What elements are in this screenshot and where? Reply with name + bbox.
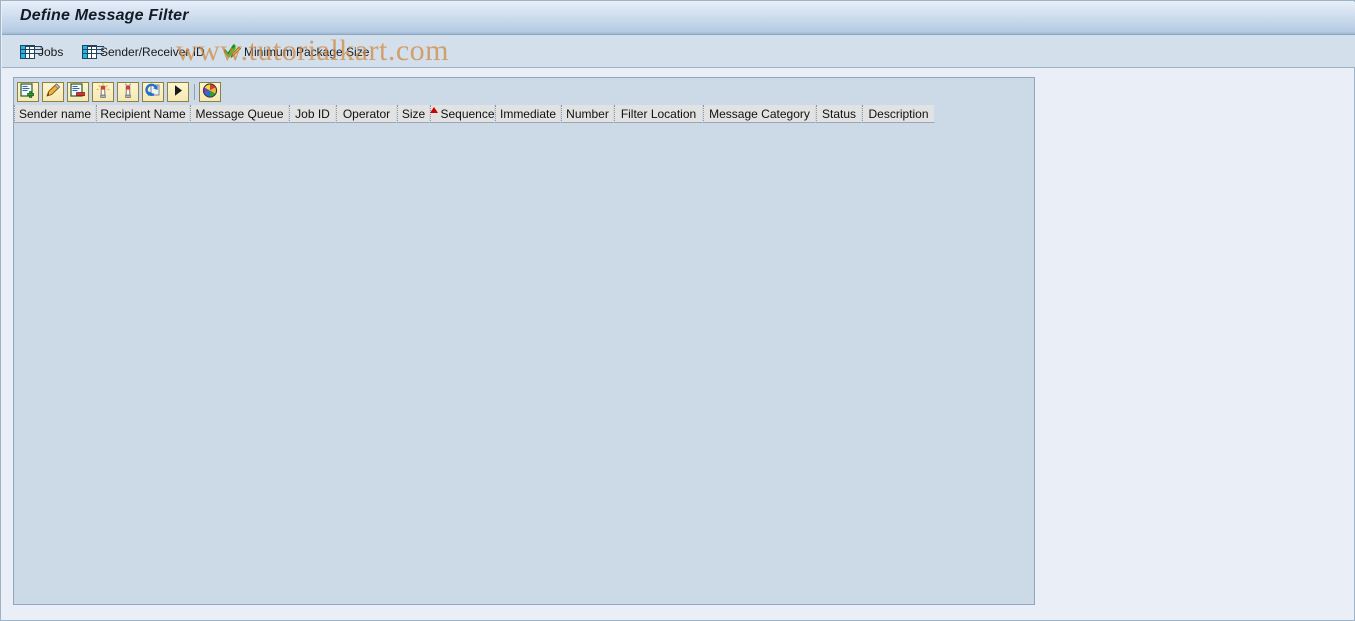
color-wheel-icon bbox=[202, 82, 218, 101]
document-delete-icon bbox=[70, 82, 86, 101]
grid-toolbar bbox=[14, 78, 1034, 105]
column-header-label: Recipient Name bbox=[100, 106, 186, 121]
delete-entry-button[interactable] bbox=[67, 81, 89, 102]
toolbar-button-jobs[interactable]: Jobs bbox=[16, 35, 67, 68]
legend-button[interactable] bbox=[199, 81, 221, 102]
table-grid-icon bbox=[82, 44, 97, 59]
edit-entry-button[interactable] bbox=[42, 81, 64, 102]
column-header-label: Sequence bbox=[440, 106, 495, 121]
column-header-message-queue[interactable]: Message Queue bbox=[190, 105, 289, 123]
create-entry-button[interactable] bbox=[17, 81, 39, 102]
lamp-off-icon bbox=[120, 82, 136, 101]
toolbar-button-sender-receiver-id[interactable]: Sender/Receiver ID bbox=[78, 35, 209, 68]
toolbar-button-minimum-package-size-label: Minimum Package Size bbox=[244, 44, 370, 59]
column-header-label: Status bbox=[821, 106, 857, 121]
table-grid-icon bbox=[20, 44, 35, 59]
sort-ascending-icon bbox=[430, 106, 439, 113]
application-window: Define Message Filter Jobs Sender/Receiv… bbox=[0, 0, 1355, 621]
column-header-sequence[interactable]: Sequence bbox=[430, 105, 495, 123]
toolbar-button-sender-receiver-id-label: Sender/Receiver ID bbox=[100, 44, 205, 59]
column-header-label: Number bbox=[566, 106, 609, 121]
page-title: Define Message Filter bbox=[20, 7, 189, 24]
column-header-message-category[interactable]: Message Category bbox=[703, 105, 816, 123]
column-header-recipient-name[interactable]: Recipient Name bbox=[96, 105, 190, 123]
column-header-status[interactable]: Status bbox=[816, 105, 862, 123]
column-header-immediate[interactable]: Immediate bbox=[495, 105, 561, 123]
filter-grid-panel: Sender name Recipient Name Message Queue… bbox=[13, 77, 1035, 605]
column-header-size[interactable]: Size bbox=[397, 105, 430, 123]
grid-header-filler bbox=[935, 105, 1034, 124]
column-header-label: Sender name bbox=[18, 106, 92, 121]
column-header-label: Message Queue bbox=[195, 106, 284, 121]
column-header-label: Size bbox=[401, 106, 426, 121]
column-header-filter-location[interactable]: Filter Location bbox=[614, 105, 703, 123]
column-header-label: Job ID bbox=[295, 106, 330, 121]
column-header-number[interactable]: Number bbox=[561, 105, 614, 123]
column-header-label: Immediate bbox=[499, 106, 557, 121]
column-header-job-id[interactable]: Job ID bbox=[289, 105, 336, 123]
deactivate-filter-button[interactable] bbox=[117, 81, 139, 102]
column-header-description[interactable]: Description bbox=[862, 105, 935, 123]
pencil-icon bbox=[45, 83, 61, 101]
column-header-operator[interactable]: Operator bbox=[336, 105, 397, 123]
column-header-label: Description bbox=[868, 106, 929, 121]
column-header-sender-name[interactable]: Sender name bbox=[14, 105, 96, 123]
toolbar-button-jobs-label: Jobs bbox=[38, 44, 64, 59]
window-title-bar: Define Message Filter bbox=[2, 2, 1355, 35]
document-add-icon bbox=[20, 82, 36, 101]
column-header-label: Message Category bbox=[709, 106, 810, 121]
execute-button[interactable] bbox=[167, 81, 189, 102]
grid-header-row: Sender name Recipient Name Message Queue… bbox=[14, 105, 1034, 124]
activate-filter-button[interactable] bbox=[92, 81, 114, 102]
check-pencil-icon bbox=[223, 44, 241, 59]
toolbar-separator bbox=[194, 83, 195, 100]
application-toolbar: Jobs Sender/Receiver ID Minimum Package … bbox=[2, 35, 1355, 68]
refresh-icon bbox=[145, 83, 161, 101]
column-header-label: Filter Location bbox=[620, 106, 697, 121]
lamp-on-icon bbox=[95, 83, 111, 101]
toolbar-button-minimum-package-size[interactable]: Minimum Package Size bbox=[220, 35, 373, 68]
column-header-label: Operator bbox=[342, 106, 391, 121]
play-triangle-icon bbox=[170, 83, 186, 101]
refresh-button[interactable] bbox=[142, 81, 164, 102]
grid-body-empty[interactable] bbox=[14, 123, 1034, 604]
